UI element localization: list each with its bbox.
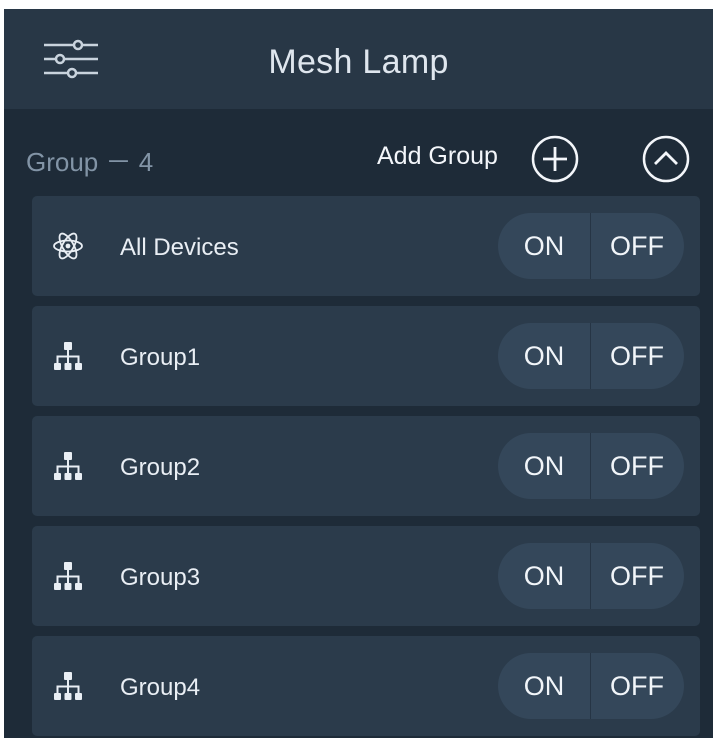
on-button[interactable]: ON <box>498 213 590 279</box>
group-count-label: Group － 4 <box>26 147 154 177</box>
on-button[interactable]: ON <box>498 543 590 609</box>
list-item-group4[interactable]: Group4 ON OFF <box>32 636 700 736</box>
list-item-label: Group1 <box>120 344 201 371</box>
atom-icon <box>52 230 84 262</box>
list-item-label: All Devices <box>120 234 239 261</box>
on-off-toggle: ON OFF <box>498 433 684 499</box>
on-button[interactable]: ON <box>498 653 590 719</box>
header-bar: Mesh Lamp <box>4 9 713 109</box>
page-title: Mesh Lamp <box>268 43 449 81</box>
list-item-group1[interactable]: Group1 ON OFF <box>32 306 700 406</box>
plus-circle-icon[interactable] <box>530 134 580 184</box>
add-group-label[interactable]: Add Group <box>377 142 498 171</box>
off-button[interactable]: OFF <box>591 543 683 609</box>
list-item-label: Group4 <box>120 674 201 701</box>
hierarchy-icon <box>52 670 84 702</box>
app-frame: Mesh Lamp Group － 4 Add Group All Device… <box>4 9 713 738</box>
on-off-toggle: ON OFF <box>498 653 684 719</box>
off-button[interactable]: OFF <box>591 433 683 499</box>
on-off-toggle: ON OFF <box>498 323 684 389</box>
group-toolbar: Group － 4 Add Group <box>4 109 713 197</box>
on-off-toggle: ON OFF <box>498 543 684 609</box>
hierarchy-icon <box>52 560 84 592</box>
off-button[interactable]: OFF <box>591 323 683 389</box>
hierarchy-icon <box>52 450 84 482</box>
list-item-all-devices[interactable]: All Devices ON OFF <box>32 196 700 296</box>
on-button[interactable]: ON <box>498 323 590 389</box>
chevron-up-circle-icon[interactable] <box>639 134 693 184</box>
on-button[interactable]: ON <box>498 433 590 499</box>
list-item-group3[interactable]: Group3 ON OFF <box>32 526 700 626</box>
on-off-toggle: ON OFF <box>498 213 684 279</box>
list-item-label: Group2 <box>120 454 201 481</box>
list-item-label: Group3 <box>120 564 201 591</box>
list-item-group2[interactable]: Group2 ON OFF <box>32 416 700 516</box>
off-button[interactable]: OFF <box>591 213 683 279</box>
off-button[interactable]: OFF <box>591 653 683 719</box>
hierarchy-icon <box>52 340 84 372</box>
